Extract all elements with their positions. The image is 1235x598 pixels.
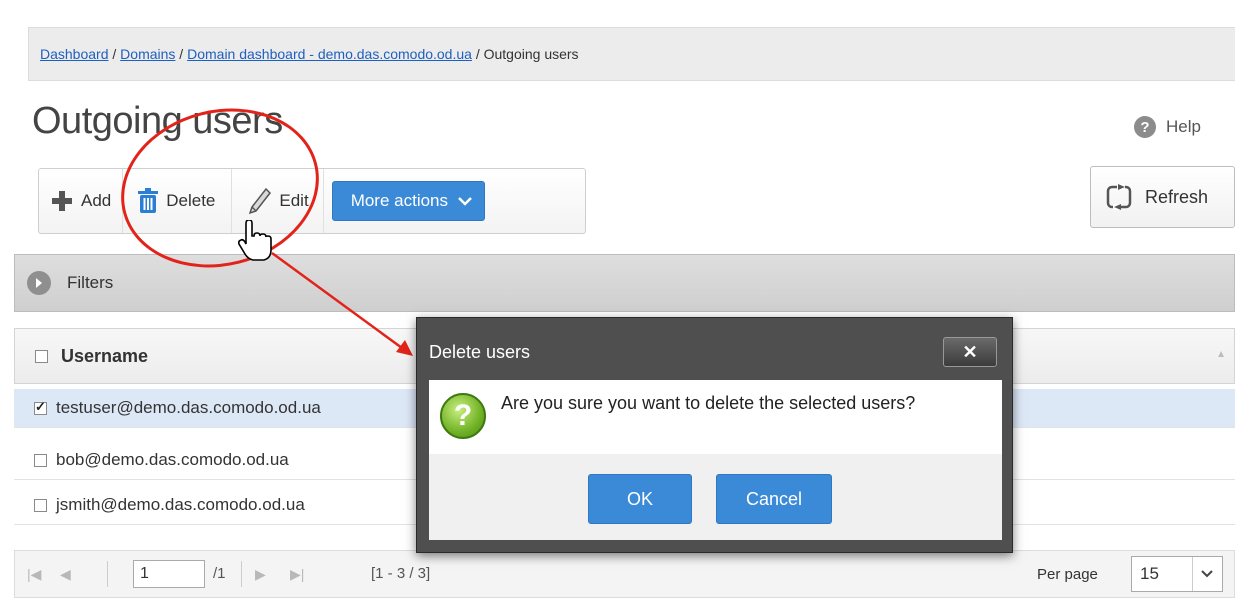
close-icon: ✕: [962, 341, 978, 362]
dialog-message: Are you sure you want to delete the sele…: [501, 393, 916, 413]
cancel-button[interactable]: Cancel: [716, 474, 832, 524]
dialog-title: Delete users: [429, 342, 531, 362]
delete-users-dialog: Delete users ✕ ? Are you sure you want t…: [416, 317, 1013, 553]
ok-button[interactable]: OK: [588, 474, 692, 524]
question-icon: ?: [440, 393, 486, 439]
close-button[interactable]: ✕: [943, 337, 997, 367]
hand-cursor-icon: [238, 220, 272, 261]
dialog-body: ? Are you sure you want to delete the se…: [429, 380, 1002, 540]
message-area: ? Are you sure you want to delete the se…: [429, 380, 1002, 454]
